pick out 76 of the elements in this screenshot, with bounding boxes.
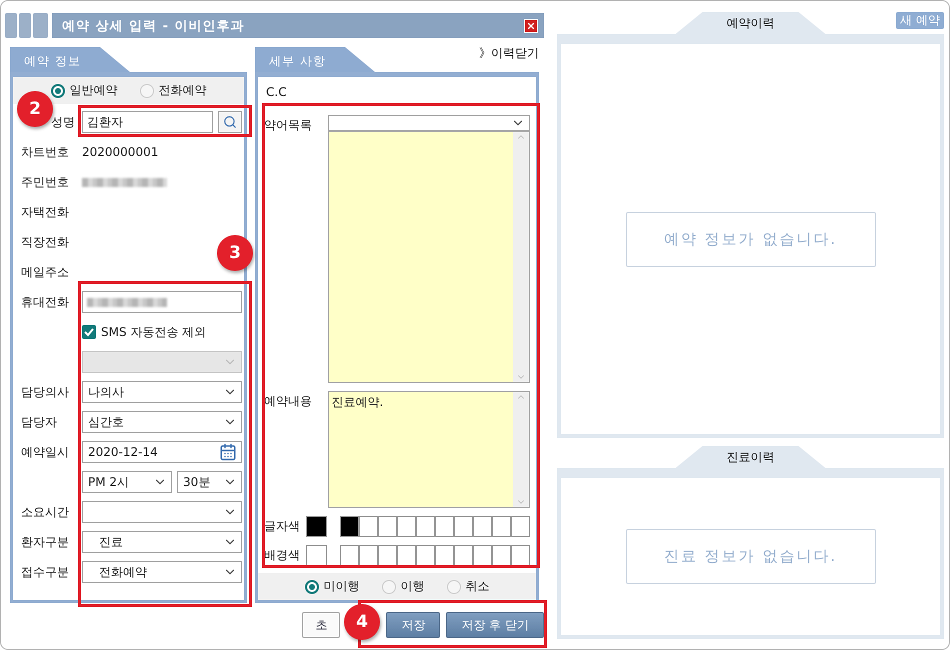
color-swatch[interactable] xyxy=(454,545,473,566)
field-label: 성명 xyxy=(51,114,75,128)
abbreviation-dropdown[interactable] xyxy=(328,115,530,131)
field-label: 담당자 xyxy=(21,414,58,430)
dropdown[interactable]: 나의사 xyxy=(82,381,242,403)
field-label: 주민번호 xyxy=(21,174,70,190)
search-button[interactable] xyxy=(218,111,242,133)
field-label: 환자구분 xyxy=(21,534,70,550)
name-field[interactable]: 김환자 xyxy=(82,111,213,133)
color-swatch[interactable] xyxy=(359,516,378,537)
cc-label: C.C xyxy=(266,85,287,99)
field-label: 소요시간 xyxy=(21,504,70,520)
field-label: 휴대전화 xyxy=(21,294,70,310)
field-label: 차트번호 xyxy=(21,144,70,160)
phone-field[interactable] xyxy=(82,291,242,313)
status-radio[interactable]: 이행 xyxy=(382,578,424,595)
field-label: 예약일시 xyxy=(21,444,70,460)
section-title: 예약이력 xyxy=(726,14,774,32)
dropdown[interactable] xyxy=(82,501,242,523)
empty-message: 예약 정보가 없습니다. xyxy=(626,212,876,266)
field-label: 약어목록 xyxy=(264,117,313,134)
content-textarea[interactable]: 진료예약. xyxy=(328,391,530,508)
sms-checkbox[interactable]: SMS 자동전송 제외 xyxy=(82,324,206,340)
color-swatch[interactable] xyxy=(435,545,454,566)
status-radio[interactable]: 취소 xyxy=(446,578,490,595)
color-swatch[interactable] xyxy=(511,545,530,566)
section-title: 진료이력 xyxy=(726,448,774,466)
field-label: 접수구분 xyxy=(21,564,70,580)
search-icon xyxy=(223,115,237,129)
window-grip xyxy=(33,13,48,38)
dropdown[interactable]: 전화예약 xyxy=(82,561,242,583)
color-swatch[interactable] xyxy=(454,516,473,537)
field-label: 담당의사 xyxy=(21,384,70,400)
color-swatch[interactable] xyxy=(492,516,511,537)
step-badge: 4 xyxy=(344,604,380,640)
empty-message: 진료 정보가 없습니다. xyxy=(626,529,876,584)
minute-dropdown[interactable]: 30분 xyxy=(177,471,242,493)
field-label: 메일주소 xyxy=(21,264,70,280)
color-swatch[interactable] xyxy=(397,545,416,566)
reset-button[interactable]: 초 xyxy=(302,612,340,638)
date-field[interactable]: 2020-12-14 xyxy=(82,441,242,463)
status-radio[interactable]: 미이행 xyxy=(304,578,360,595)
field-label: 예약내용 xyxy=(264,393,313,410)
hour-dropdown[interactable]: PM 2시 xyxy=(82,471,172,493)
color-swatch[interactable] xyxy=(340,545,359,566)
current-color-swatch[interactable] xyxy=(306,545,327,566)
close-icon xyxy=(526,20,536,30)
check-icon xyxy=(84,327,94,337)
window-grip xyxy=(5,13,17,38)
color-label: 배경색 xyxy=(264,547,301,564)
color-swatch[interactable] xyxy=(340,516,359,537)
color-swatch[interactable] xyxy=(378,545,397,566)
close-button[interactable] xyxy=(524,18,538,32)
visit-type-radio[interactable]: 일반예약 xyxy=(50,82,118,99)
color-swatch[interactable] xyxy=(359,545,378,566)
field-value: 2020000001 xyxy=(82,145,158,159)
color-swatch[interactable] xyxy=(473,545,492,566)
color-swatch[interactable] xyxy=(492,545,511,566)
color-swatch[interactable] xyxy=(378,516,397,537)
color-swatch[interactable] xyxy=(511,516,530,537)
window-title: 예약 상세 입력 - 이비인후과 xyxy=(62,18,244,34)
window-grip xyxy=(19,13,31,38)
visit-type-radio[interactable]: 전화예약 xyxy=(140,82,206,99)
calendar-icon[interactable] xyxy=(219,443,237,461)
color-swatch[interactable] xyxy=(435,516,454,537)
field-label: 직장전화 xyxy=(21,234,70,250)
color-swatch[interactable] xyxy=(416,516,435,537)
color-label: 글자색 xyxy=(264,518,301,535)
dropdown[interactable]: 심간호 xyxy=(82,411,242,433)
color-swatch[interactable] xyxy=(416,545,435,566)
color-swatch[interactable] xyxy=(473,516,492,537)
close-history-link[interactable]: 》이력닫기 xyxy=(479,45,539,62)
color-swatch[interactable] xyxy=(397,516,416,537)
dropdown[interactable]: 진료 xyxy=(82,531,242,553)
field-label: 자택전화 xyxy=(21,204,70,220)
current-color-swatch[interactable] xyxy=(306,516,327,537)
